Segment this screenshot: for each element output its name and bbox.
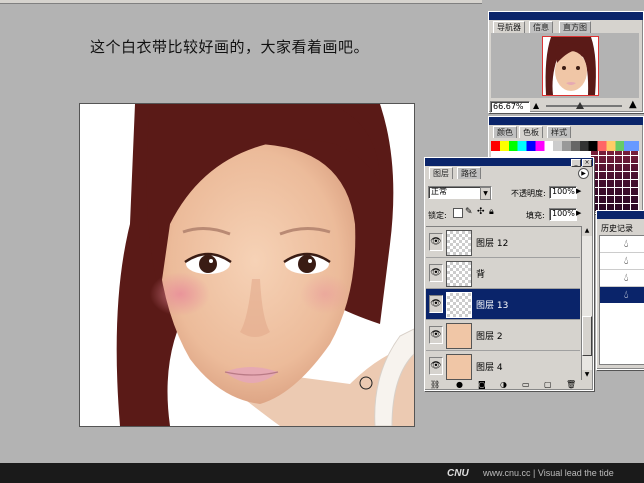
- tab-color[interactable]: 颜色: [493, 126, 517, 138]
- tab-layers[interactable]: 图层: [429, 167, 453, 179]
- new-group-icon[interactable]: ▭: [522, 380, 530, 389]
- history-list[interactable]: 💧︎ 💧︎ 💧︎ 💧︎: [599, 235, 644, 365]
- zoom-slider[interactable]: [546, 102, 622, 109]
- layers-footer-toolbar: ⛓︎ ● ◙ ◑ ▭ ▢ 🗑︎: [426, 380, 591, 389]
- navigator-zoom-field[interactable]: 66.67%: [490, 101, 530, 113]
- navigator-preview[interactable]: [491, 33, 639, 98]
- visibility-eye-icon[interactable]: 👁︎: [429, 326, 443, 344]
- navigator-view-box[interactable]: [542, 36, 599, 96]
- zoom-in-icon[interactable]: ▲: [629, 99, 639, 110]
- visibility-eye-icon[interactable]: 👁︎: [429, 295, 443, 313]
- layer-thumbnail: [446, 230, 472, 256]
- history-item[interactable]: 💧︎: [600, 270, 644, 287]
- portrait-illustration: [116, 104, 414, 426]
- history-item[interactable]: 💧︎: [600, 253, 644, 270]
- tab-info[interactable]: 信息: [529, 21, 553, 33]
- fill-label: 填充:: [526, 211, 545, 220]
- layer-thumbnail: [446, 354, 472, 380]
- layers-titlebar[interactable]: _ ×: [425, 158, 593, 167]
- scroll-up-icon[interactable]: ▲: [582, 226, 592, 236]
- footer-logo: CNU: [447, 468, 469, 479]
- layer-name[interactable]: 图层 12: [476, 236, 508, 249]
- scroll-down-icon[interactable]: ▼: [582, 370, 592, 380]
- lock-transparency-icon[interactable]: [453, 208, 463, 218]
- canvas-document[interactable]: [79, 103, 415, 427]
- layer-name[interactable]: 背: [476, 267, 485, 280]
- caption-text: 这个白衣带比较好画的，大家看着画吧。: [90, 38, 370, 56]
- lock-all-icon[interactable]: 🔒︎: [489, 207, 494, 217]
- zoom-slider-thumb[interactable]: [576, 102, 584, 109]
- layer-row[interactable]: 👁︎ 图层 12: [426, 227, 580, 258]
- adjustment-icon[interactable]: ◑: [500, 380, 507, 389]
- layer-name[interactable]: 图层 13: [476, 298, 508, 311]
- history-item-selected[interactable]: 💧︎: [600, 287, 644, 303]
- footer-bar: CNU www.cnu.cc | Visual lead the tide: [0, 463, 644, 483]
- layer-list[interactable]: 👁︎ 图层 12 👁︎ 背 👁︎ 图层 13 👁︎ 图层 2 👁︎ 图层 4: [426, 226, 581, 381]
- navigator-titlebar[interactable]: [489, 12, 643, 20]
- layer-style-icon[interactable]: ●: [456, 380, 463, 389]
- tab-swatches[interactable]: 色板: [519, 126, 543, 138]
- visibility-eye-icon[interactable]: 👁︎: [429, 233, 443, 251]
- history-titlebar[interactable]: [597, 211, 644, 219]
- footer-text: www.cnu.cc | Visual lead the tide: [483, 468, 614, 478]
- layers-scrollbar[interactable]: ▲ ▼: [581, 226, 592, 380]
- history-title[interactable]: 历史记录: [601, 223, 633, 234]
- trash-icon[interactable]: 🗑︎: [566, 380, 576, 389]
- visibility-eye-icon[interactable]: 👁︎: [429, 264, 443, 282]
- swatches-titlebar[interactable]: [489, 117, 643, 125]
- layer-name[interactable]: 图层 4: [476, 360, 503, 373]
- blend-mode-dropdown-icon[interactable]: ▼: [480, 187, 491, 200]
- close-button[interactable]: ×: [582, 159, 592, 167]
- history-panel[interactable]: 历史记录 💧︎ 💧︎ 💧︎ 💧︎: [596, 210, 644, 370]
- tab-navigator[interactable]: 导航器: [493, 21, 525, 33]
- panel-menu-arrow-icon[interactable]: ▶: [578, 168, 589, 179]
- layers-panel[interactable]: _ × 图层 路径 ▶ 正常 ▼ 不透明度: 100% ▶ 锁定: ✎ ✣ 🔒︎…: [424, 157, 594, 391]
- history-item[interactable]: 💧︎: [600, 236, 644, 253]
- lock-label: 锁定:: [428, 211, 447, 220]
- layer-thumbnail: [446, 292, 472, 318]
- mask-icon[interactable]: ◙: [478, 380, 486, 389]
- fill-arrow-icon[interactable]: ▶: [576, 209, 581, 217]
- layer-name[interactable]: 图层 2: [476, 329, 503, 342]
- layer-row[interactable]: 👁︎ 图层 4: [426, 351, 580, 381]
- new-layer-icon[interactable]: ▢: [544, 380, 552, 389]
- navigator-panel[interactable]: 导航器 信息 直方图 66.67% ▲ ▲: [488, 11, 644, 113]
- layer-thumbnail: [446, 261, 472, 287]
- top-menu-strip: [0, 0, 482, 4]
- history-icon: 💧︎: [624, 254, 629, 267]
- layer-row-selected[interactable]: 👁︎ 图层 13: [426, 289, 580, 320]
- lock-move-icon[interactable]: ✣: [477, 207, 485, 217]
- layer-thumbnail: [446, 323, 472, 349]
- layer-row[interactable]: 👁︎ 背: [426, 258, 580, 289]
- opacity-arrow-icon[interactable]: ▶: [576, 187, 581, 195]
- opacity-field[interactable]: 100%: [549, 186, 577, 199]
- visibility-eye-icon[interactable]: 👁︎: [429, 357, 443, 375]
- tab-styles[interactable]: 样式: [547, 126, 571, 138]
- layer-row[interactable]: 👁︎ 图层 2: [426, 320, 580, 351]
- history-icon: 💧︎: [624, 271, 629, 284]
- lock-brush-icon[interactable]: ✎: [465, 207, 473, 217]
- fill-field[interactable]: 100%: [549, 208, 577, 221]
- history-icon: 💧︎: [624, 288, 629, 301]
- history-icon: 💧︎: [624, 237, 629, 250]
- minimize-button[interactable]: _: [571, 159, 581, 167]
- opacity-label: 不透明度:: [511, 189, 546, 198]
- zoom-out-icon[interactable]: ▲: [533, 101, 541, 110]
- tab-histogram[interactable]: 直方图: [559, 21, 591, 33]
- link-icon[interactable]: ⛓︎: [430, 380, 440, 389]
- tab-paths[interactable]: 路径: [457, 167, 481, 179]
- scroll-thumb[interactable]: [582, 316, 592, 356]
